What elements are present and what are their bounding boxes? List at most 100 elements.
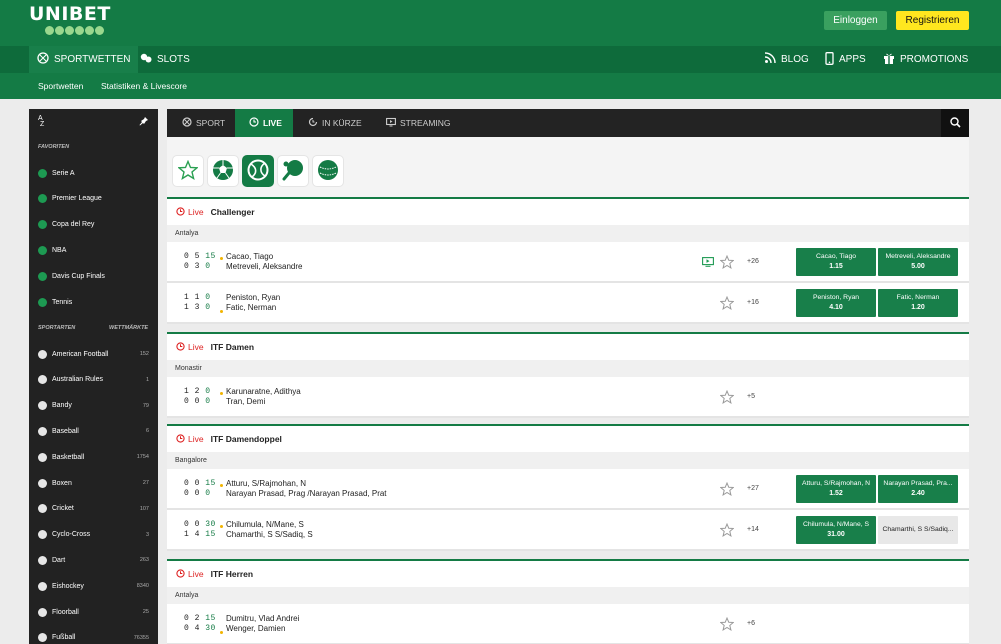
favorite-star-icon[interactable] [719,389,735,406]
score-games: 5 [194,252,200,261]
odds-button[interactable]: Chilumula, N/Mane, S 31.00 [796,516,876,544]
sort-az-icon[interactable]: A Z [38,115,44,128]
sport-item[interactable]: Floorball 25 [29,599,158,625]
tab-soon[interactable]: IN KÜRZE [308,109,362,137]
group-location: Antalya [167,587,969,604]
score-games: 1 [184,303,190,312]
stream-icon[interactable] [702,257,714,269]
favorite-star-icon[interactable] [719,254,735,271]
more-markets[interactable]: +27 [747,485,759,492]
group-header[interactable]: Live ITF Damendoppel [167,424,969,452]
player-home: Peniston, Ryan [226,293,281,302]
match-score: 1 3 0 [184,303,211,312]
player-home: Atturu, S/Rajmohan, N [226,479,307,488]
match-row[interactable]: 0 5 15 0 3 0 Cacao, Tiago Metreveli, Aleksa… [167,242,969,283]
odds-outcome: Chamarthi, S S/Sadiq... [882,526,954,533]
sport-item[interactable]: Baseball 6 [29,418,158,444]
sport-item-count: 79 [142,402,149,409]
sport-item[interactable]: Australian Rules 1 [29,367,158,393]
table-tennis-filter[interactable] [277,155,309,187]
odds-outcome: Cacao, Tiago [815,253,857,260]
football-filter[interactable] [207,155,239,187]
group-header[interactable]: Live Challenger [167,197,969,225]
sport-item[interactable]: Dart 263 [29,547,158,573]
match-score: 0 0 0 [184,489,211,498]
more-markets[interactable]: +14 [747,526,759,533]
favorite-star-icon[interactable] [719,616,735,633]
favorite-item[interactable]: Copa del Rey [29,212,158,238]
sport-item[interactable]: Bandy 79 [29,393,158,419]
odds-button[interactable]: Metreveli, Aleksandre 5.00 [878,248,958,276]
favorite-star-icon[interactable] [719,295,735,312]
favorite-sport-icon [38,168,47,178]
score-points: 15 [205,479,216,488]
nav-promotions[interactable]: PROMOTIONS [883,46,968,73]
nav-slots[interactable]: SLOTS [140,46,190,73]
search-button[interactable] [941,109,969,137]
odds-button[interactable]: Cacao, Tiago 1.15 [796,248,876,276]
match-row[interactable]: 0 0 15 0 0 0 Atturu, S/Rajmohan, N Narayan … [167,469,969,510]
sidebar-header: A Z [29,109,158,135]
favorite-star-icon[interactable] [719,522,735,539]
pin-icon[interactable] [139,116,149,128]
tab-live[interactable]: LIVE [235,109,293,137]
favorite-item[interactable]: Davis Cup Finals [29,263,158,289]
sport-item[interactable]: Cricket 107 [29,496,158,522]
favorite-item[interactable]: NBA [29,237,158,263]
sport-item[interactable]: Boxen 27 [29,470,158,496]
subnav-statistics[interactable]: Statistiken & Livescore [101,73,187,99]
sport-item[interactable]: Fußball 76355 [29,625,158,644]
event-group: Live ITF Damen Monastir 1 2 00 0 0 Karunarat… [167,332,969,418]
phone-icon [825,51,834,68]
tab-sport[interactable]: SPORT [167,109,240,137]
favorite-star-icon[interactable] [719,481,735,498]
tab-streaming[interactable]: STREAMING [386,109,451,137]
favorite-item-label: Premier League [52,195,102,203]
group-header[interactable]: Live ITF Damen [167,332,969,360]
sport-item-label: Floorball [52,608,79,616]
more-markets[interactable]: +6 [747,620,755,627]
favorite-item[interactable]: Serie A [29,160,158,186]
sport-item-count: 263 [139,557,149,564]
odds-button[interactable]: Chamarthi, S S/Sadiq... [878,516,958,544]
register-button[interactable]: Registrieren [896,11,969,30]
match-row[interactable]: 1 1 01 3 0 Peniston, Ryan Fatic, Nerman +16… [167,283,969,324]
match-row[interactable]: 0 2 15 0 4 30 Dumitru, Vlad Andrei Wenger, … [167,604,969,644]
nav-apps[interactable]: APPS [825,46,866,73]
tennis-filter[interactable] [242,155,274,187]
sport-item-label: Baseball [52,427,79,435]
odds-button[interactable]: Peniston, Ryan 4.10 [796,289,876,317]
odds-button[interactable]: Narayan Prasad, Pra... 2.40 [878,475,958,503]
more-markets[interactable]: +5 [747,393,755,400]
live-clock-icon [176,206,185,218]
favorite-item[interactable]: Tennis [29,289,158,315]
sport-item[interactable]: Eishockey 8340 [29,573,158,599]
sport-item[interactable]: Basketball 1754 [29,444,158,470]
sport-item[interactable]: American Football 152 [29,341,158,367]
logo-text: UNIBET [29,3,111,25]
favorites-filter[interactable] [172,155,204,187]
subnav-sportwetten[interactable]: Sportwetten [38,73,83,99]
odds-button[interactable]: Fatic, Nerman 1.20 [878,289,958,317]
sport-icon [38,401,47,411]
sport-item[interactable]: Cyclo-Cross 3 [29,522,158,548]
group-location: Monastir [167,360,969,377]
odds-button[interactable]: Atturu, S/Rajmohan, N 1.52 [796,475,876,503]
sport-item-count: 27 [142,480,149,486]
score-points: 0 [205,262,211,271]
more-markets[interactable]: +26 [747,258,759,265]
match-row[interactable]: 0 0 30 1 4 15 Chilumula, N/Mane, S Chamarth… [167,510,969,551]
match-row[interactable]: 1 2 00 0 0 Karunaratne, Adithya Tran, Demi… [167,377,969,418]
score-points: 15 [205,614,216,623]
nav-slots-label: SLOTS [157,54,190,65]
cricket-filter[interactable] [312,155,344,187]
score-points: 15 [205,530,216,539]
more-markets[interactable]: +16 [747,299,759,306]
group-header[interactable]: Live ITF Herren [167,559,969,587]
player-home: Chilumula, N/Mane, S [226,520,304,529]
favorite-item[interactable]: Premier League [29,186,158,212]
nav-blog[interactable]: BLOG [764,46,809,73]
unibet-logo[interactable]: UNIBET [29,3,111,35]
login-button[interactable]: Einloggen [824,11,887,30]
nav-sportwetten[interactable]: SPORTWETTEN [29,46,139,73]
